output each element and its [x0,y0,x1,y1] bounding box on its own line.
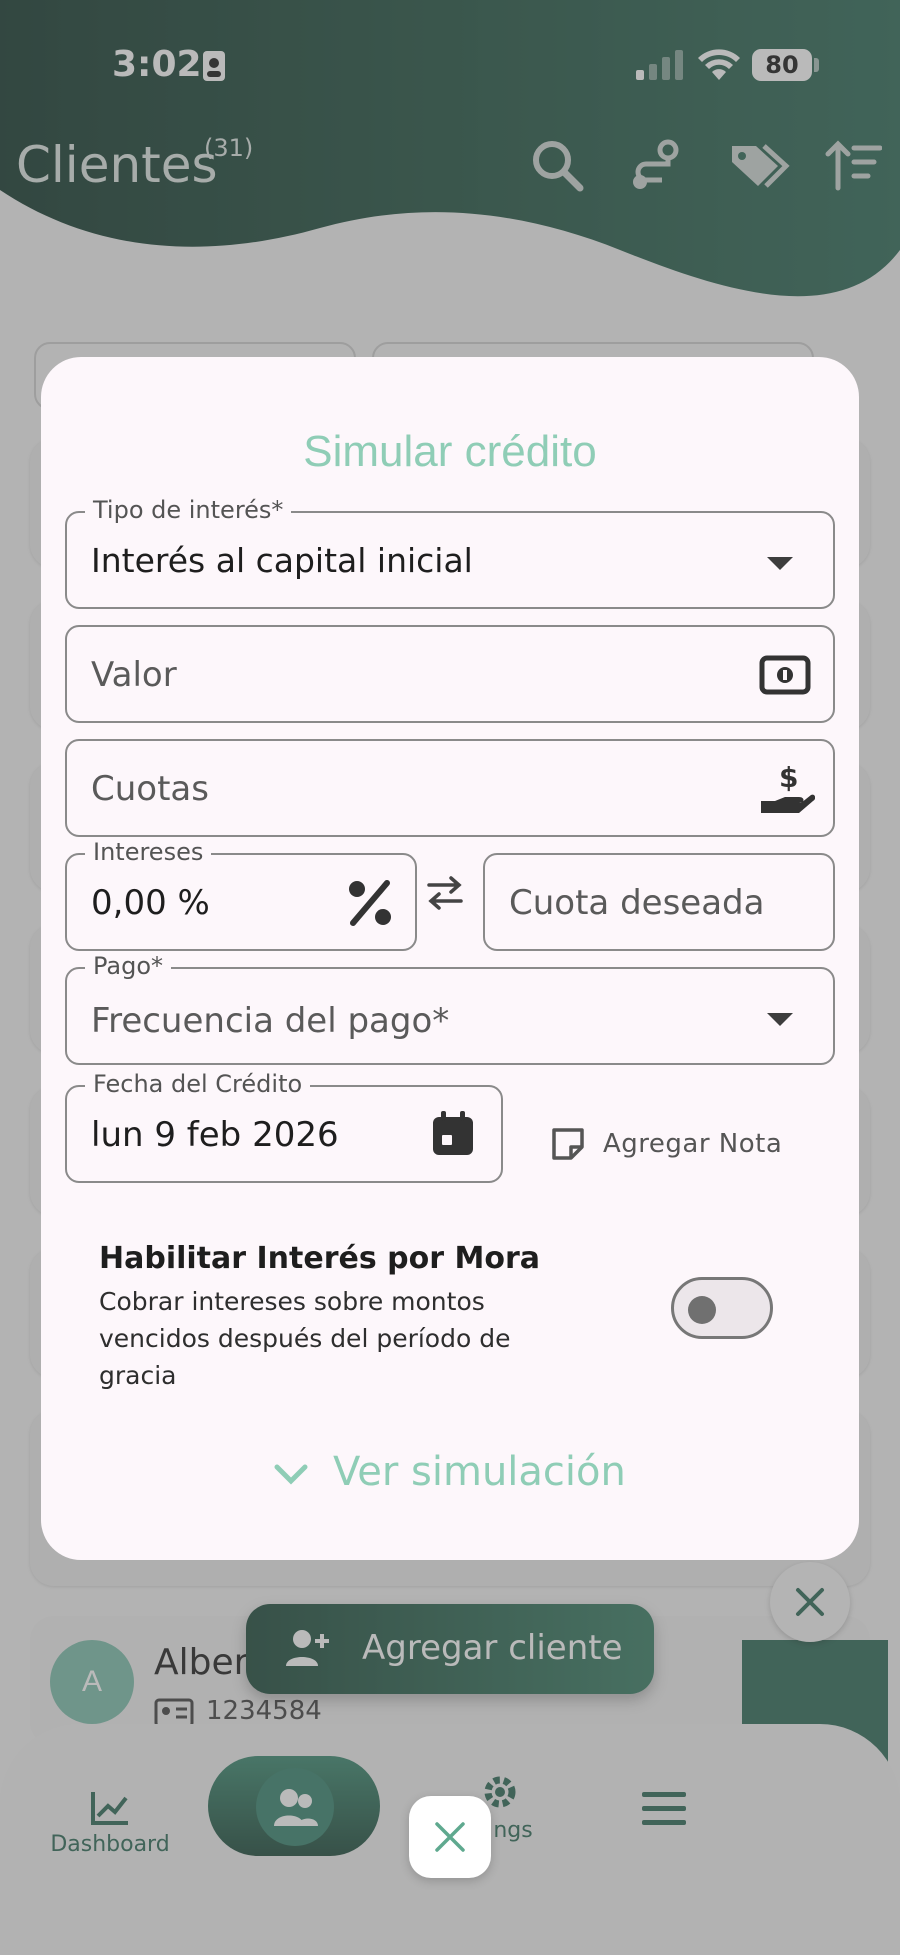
toggle-knob [688,1296,716,1324]
intereses-value: 0,00 % [91,883,210,923]
chevron-down-icon [274,1464,308,1485]
pago-placeholder: Frecuencia del pago* [91,1001,450,1041]
svg-text:$: $ [779,761,798,794]
close-dialog-button[interactable] [409,1796,491,1878]
intereses-input[interactable]: Intereses 0,00 % [65,838,417,951]
late-interest-description: Cobrar intereses sobre montos vencidos d… [99,1287,511,1390]
dialog-title: Simular crédito [303,427,597,476]
app-screen: 3:02 80 Clientes (31) A Alber 1234584 Ag… [0,0,900,1955]
interest-type-value: Interés al capital inicial [91,541,473,580]
banknote-icon [759,655,811,695]
percent-icon [349,880,391,926]
simulate-credit-dialog: Simular crédito Tipo de interés* Interés… [41,357,859,1560]
cuotas-placeholder: Cuotas [91,769,209,809]
pago-frequency-select[interactable]: Pago* Frecuencia del pago* [65,952,835,1065]
interest-type-label: Tipo de interés* [85,496,292,524]
dropdown-arrow-icon [767,557,793,570]
late-interest-toggle[interactable] [671,1277,773,1339]
cuotas-input[interactable]: Cuotas $ [65,739,835,837]
intereses-label: Intereses [85,838,212,866]
cuota-deseada-input[interactable]: Cuota deseada [483,853,835,951]
hand-coin-icon: $ [761,761,815,813]
add-note-label: Agregar Nota [603,1129,783,1159]
add-note-button[interactable]: Agregar Nota [551,1115,811,1175]
calendar-icon [433,1111,473,1155]
close-icon [435,1822,465,1852]
swap-arrows-icon[interactable] [425,875,465,911]
dropdown-arrow-icon [767,1013,793,1026]
valor-placeholder: Valor [91,655,177,695]
view-simulation-label: Ver simulación [333,1449,626,1495]
pago-label: Pago* [85,952,172,980]
interest-type-select[interactable]: Tipo de interés* Interés al capital inic… [65,496,835,609]
late-interest-title: Habilitar Interés por Mora [99,1241,540,1276]
credit-date-field[interactable]: Fecha del Crédito lun 9 feb 2026 [65,1070,503,1183]
valor-input[interactable]: Valor [65,625,835,723]
cuota-deseada-placeholder: Cuota deseada [509,883,765,923]
sticky-note-icon [552,1128,584,1160]
credit-date-value: lun 9 feb 2026 [91,1115,339,1155]
credit-date-label: Fecha del Crédito [85,1070,311,1098]
